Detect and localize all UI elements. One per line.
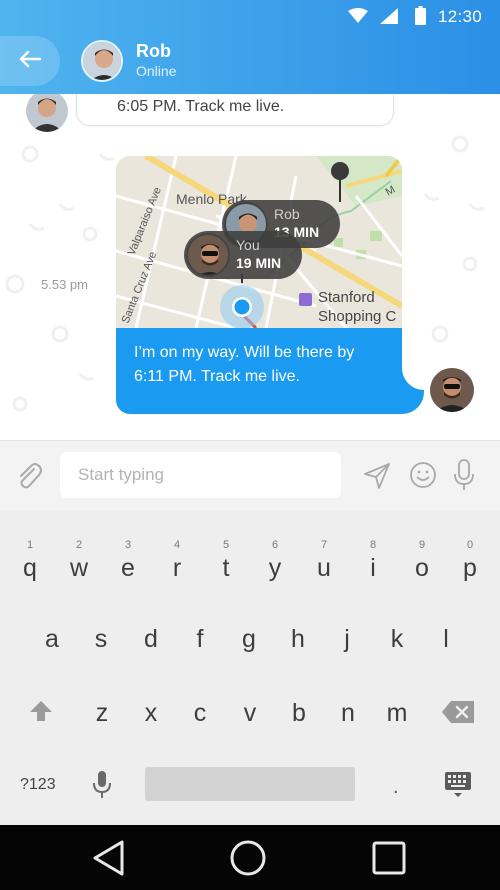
status-time: 12:30: [437, 7, 482, 26]
key-l[interactable]: l: [424, 625, 468, 661]
message-input[interactable]: [60, 452, 341, 498]
key-o[interactable]: 9o: [400, 510, 444, 582]
you-pin-avatar: [186, 233, 230, 277]
mic-icon[interactable]: [452, 458, 476, 497]
symbols-key[interactable]: ?123: [20, 776, 56, 794]
send-icon[interactable]: [362, 461, 392, 496]
contact-status: Online: [136, 63, 177, 79]
key-m[interactable]: m: [375, 699, 419, 735]
pin-name-you: You: [236, 237, 260, 253]
key-p[interactable]: 0p: [448, 510, 492, 582]
key-d[interactable]: d: [129, 625, 173, 661]
key-q[interactable]: 1q: [8, 510, 52, 582]
key-c[interactable]: c: [178, 699, 222, 735]
system-nav-bar: [0, 825, 500, 890]
battery-icon: [415, 6, 426, 30]
contact-avatar[interactable]: [81, 40, 123, 82]
outgoing-message-text: I’m on my way. Will be there by 6:11 PM.…: [134, 344, 355, 385]
chat-area[interactable]: 6:05 PM. Track me live. 5.53 pm Menlo Pa…: [0, 94, 500, 440]
nav-recents-icon[interactable]: [372, 841, 406, 880]
key-n[interactable]: n: [326, 699, 370, 735]
key-j[interactable]: j: [325, 625, 369, 661]
spacebar-key[interactable]: [145, 767, 355, 801]
emoji-icon[interactable]: [408, 460, 438, 495]
pin-eta-you: 19 MIN: [236, 255, 282, 271]
key-z[interactable]: z: [80, 699, 124, 735]
key-x[interactable]: x: [129, 699, 173, 735]
key-a[interactable]: a: [30, 625, 74, 661]
keyboard-mic-icon[interactable]: [92, 770, 112, 805]
key-k[interactable]: k: [375, 625, 419, 661]
nav-back-icon[interactable]: [92, 840, 126, 881]
key-u[interactable]: 7u: [302, 510, 346, 582]
map-label-shopping: Shopping C: [318, 308, 397, 325]
status-bar: 12:30: [0, 0, 500, 32]
soft-keyboard: 1q 2w 3e 4r 5t 6y 7u 8i 9o 0p a s d f g …: [0, 510, 500, 825]
back-arrow-icon: [19, 50, 42, 73]
backspace-icon[interactable]: [441, 700, 475, 729]
pin-name-rob: Rob: [274, 206, 300, 222]
pin-label-you[interactable]: You 19 MIN: [184, 231, 302, 279]
shift-icon[interactable]: [29, 699, 53, 728]
key-w[interactable]: 2w: [57, 510, 101, 582]
message-input-bar: [0, 440, 500, 510]
key-r[interactable]: 4r: [155, 510, 199, 582]
nav-home-icon[interactable]: [229, 839, 267, 882]
chat-header: 12:30 Rob Online: [0, 0, 500, 94]
key-f[interactable]: f: [178, 625, 222, 661]
message-timestamp: 5.53 pm: [41, 277, 88, 292]
signal-icon: [380, 8, 398, 29]
key-b[interactable]: b: [277, 699, 321, 735]
incoming-message-text: 6:05 PM. Track me live.: [117, 98, 285, 115]
key-y[interactable]: 6y: [253, 510, 297, 582]
key-e[interactable]: 3e: [106, 510, 150, 582]
wifi-icon: [348, 8, 368, 29]
key-s[interactable]: s: [79, 625, 123, 661]
back-button[interactable]: [0, 36, 60, 86]
period-key[interactable]: .: [393, 776, 399, 799]
map-label-stanford: Stanford: [318, 289, 375, 306]
outgoing-message-bubble[interactable]: I’m on my way. Will be there by 6:11 PM.…: [116, 328, 424, 414]
key-g[interactable]: g: [227, 625, 271, 661]
key-v[interactable]: v: [228, 699, 272, 735]
attach-icon[interactable]: [14, 461, 44, 496]
keyboard-icon[interactable]: [444, 771, 472, 804]
key-t[interactable]: 5t: [204, 510, 248, 582]
key-h[interactable]: h: [276, 625, 320, 661]
user-message-avatar: [430, 368, 474, 412]
key-i[interactable]: 8i: [351, 510, 395, 582]
incoming-message-bubble[interactable]: 6:05 PM. Track me live.: [76, 94, 394, 126]
contact-name: Rob: [136, 41, 171, 61]
